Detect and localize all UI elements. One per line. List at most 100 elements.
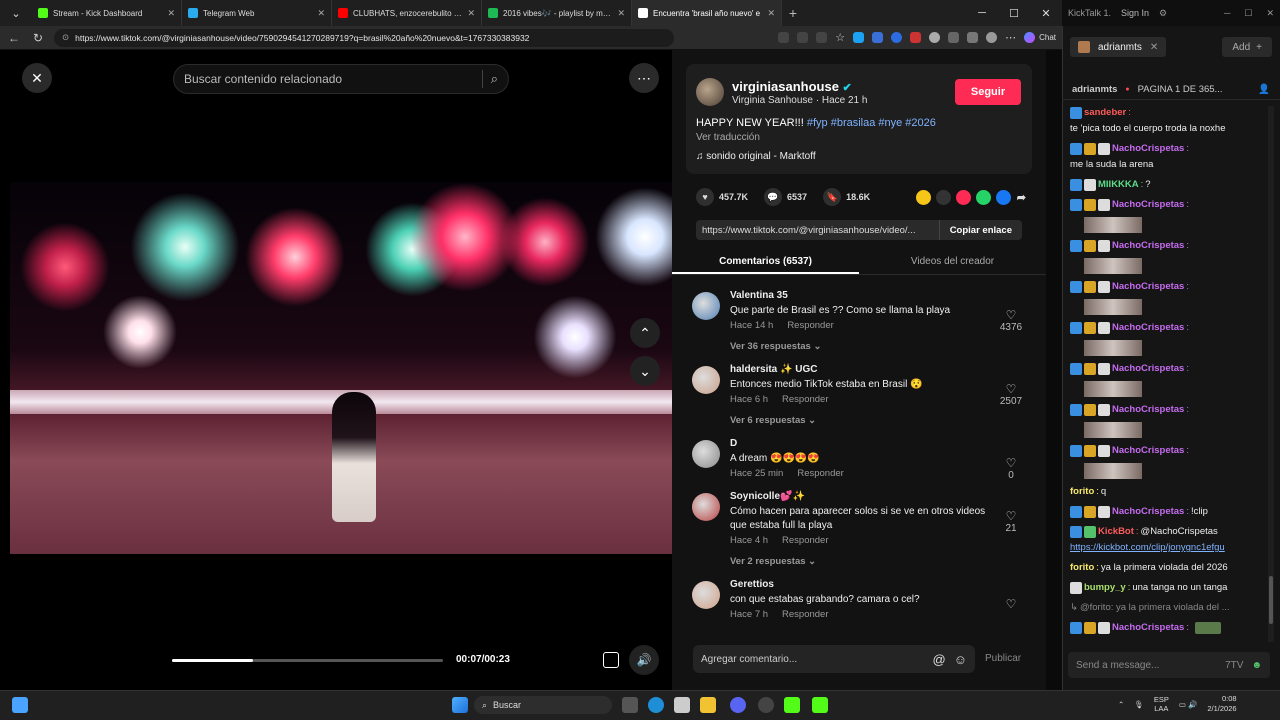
chat-username[interactable]: forito <box>1070 485 1094 499</box>
reload-icon[interactable]: ↻ <box>30 31 46 45</box>
tab-close-icon[interactable]: ✕ <box>167 8 175 19</box>
whatsapp-icon[interactable] <box>975 189 991 205</box>
collections-icon[interactable] <box>967 32 979 43</box>
volume-icon[interactable]: 🔊 <box>629 645 659 675</box>
avatar[interactable] <box>692 493 720 521</box>
view-replies-button[interactable]: Ver 36 respuestas ⌄ <box>730 341 1038 352</box>
chevron-down-icon[interactable]: ⌄ <box>630 356 660 386</box>
extension-icon-4[interactable] <box>910 32 922 43</box>
comment-author[interactable]: Soynicolle💕✨ <box>730 491 1038 502</box>
chat-username[interactable]: NachoCrispetas <box>1112 444 1184 458</box>
close-window-button[interactable]: ✕ <box>1030 0 1062 26</box>
comment-author[interactable]: Gerettios <box>730 579 1038 590</box>
zoom-icon[interactable] <box>816 32 828 43</box>
comment-input[interactable]: Agregar comentario... @ ☺ <box>693 645 975 673</box>
publish-button[interactable]: Publicar <box>985 653 1021 664</box>
channel-tab[interactable]: adrianmts ✕ <box>1070 37 1167 57</box>
reply-button[interactable]: Responder <box>782 535 828 546</box>
comment-author[interactable]: D <box>730 438 1038 449</box>
mention-icon[interactable]: @ <box>933 652 946 667</box>
tab-close-icon[interactable]: ✕ <box>617 8 625 19</box>
chat-username[interactable]: NachoCrispetas <box>1112 198 1184 212</box>
obs-icon[interactable] <box>758 697 774 713</box>
read-aloud-icon[interactable] <box>797 32 809 43</box>
avatar[interactable] <box>692 581 720 609</box>
avatar[interactable] <box>692 366 720 394</box>
avatar[interactable] <box>692 292 720 320</box>
file-explorer-icon[interactable] <box>700 697 716 713</box>
copy-link-button[interactable]: Copiar enlace <box>938 220 1022 240</box>
favorite-star-icon[interactable]: ☆ <box>835 31 845 44</box>
comment-author[interactable]: Valentina 35 <box>730 290 1038 301</box>
chat-username[interactable]: NachoCrispetas <box>1112 362 1184 376</box>
comment-like-button[interactable]: ♡ 4376 <box>996 308 1026 333</box>
video-link-text[interactable]: https://www.tiktok.com/@virginiasanhouse… <box>696 225 939 236</box>
copilot-chat-button[interactable]: Chat <box>1024 32 1056 43</box>
share-arrow-icon[interactable]: ➦ <box>1017 191 1026 204</box>
close-tab-icon[interactable]: ✕ <box>1150 42 1158 53</box>
browser-tab[interactable]: Encuentra 'brasil año nuevo' e ✕ <box>632 0 782 26</box>
split-screen-icon[interactable] <box>778 32 790 43</box>
facebook-icon[interactable] <box>995 189 1011 205</box>
reply-button[interactable]: Responder <box>782 609 828 620</box>
chat-username[interactable]: NachoCrispetas <box>1112 621 1184 635</box>
kicktalk-icon[interactable] <box>812 697 828 713</box>
comment-like-button[interactable]: ♡ 2507 <box>996 382 1026 407</box>
profile-avatar[interactable] <box>986 32 998 43</box>
chat-username[interactable]: bumpy_y <box>1084 581 1126 595</box>
extension-icon-3[interactable] <box>891 32 903 43</box>
comment-like-button[interactable]: ♡ <box>996 597 1026 611</box>
comment-author[interactable]: haldersita ✨ UGC <box>730 364 1038 375</box>
user-icon[interactable]: 👤 <box>1258 84 1270 95</box>
like-button[interactable]: ♥ 457.7K <box>696 188 748 206</box>
store-icon[interactable] <box>674 697 690 713</box>
chat-username[interactable]: MIIKKKA <box>1098 178 1139 192</box>
url-bar[interactable]: ⊙ https://www.tiktok.com/@virginiasanhou… <box>54 28 674 47</box>
chat-username[interactable]: NachoCrispetas <box>1112 280 1184 294</box>
clock[interactable]: 0:08 2/1/2026 <box>1207 694 1236 714</box>
scroll-thumb[interactable] <box>1269 576 1273 624</box>
save-button[interactable]: 🔖 18.6K <box>823 188 870 206</box>
minimize-button[interactable]: ─ <box>1224 8 1230 19</box>
tab-comments[interactable]: Comentarios (6537) <box>672 251 859 274</box>
repost-icon[interactable] <box>915 189 931 205</box>
start-icon[interactable] <box>452 697 468 713</box>
browser-tab[interactable]: 2016 vibes🎶 - playlist by m | Spo ✕ <box>482 0 632 26</box>
floating-player-icon[interactable] <box>603 652 619 668</box>
reply-preview[interactable]: ↳ @forito: ya la primera violada del ... <box>1070 601 1260 615</box>
emoji-icon[interactable]: ☺ <box>954 652 967 667</box>
send-icon[interactable] <box>955 189 971 205</box>
view-replies-button[interactable]: Ver 6 respuestas ⌄ <box>730 415 1038 426</box>
close-icon[interactable]: ✕ <box>22 63 52 93</box>
browser-tab[interactable]: CLUBHATS, enzocerebulito & CLÚS ✕ <box>332 0 482 26</box>
more-menu-icon[interactable]: ⋯ <box>1005 31 1016 44</box>
browser-tab[interactable]: Stream - Kick Dashboard ✕ <box>32 0 182 26</box>
extension-icon-1[interactable] <box>853 32 865 43</box>
browser-tab[interactable]: Telegram Web ✕ <box>182 0 332 26</box>
chat-username[interactable]: sandeber <box>1084 106 1126 120</box>
progress-bar[interactable] <box>172 659 443 662</box>
comment-button[interactable]: 💬 6537 <box>764 188 807 206</box>
back-arrow-icon[interactable]: ← <box>6 31 22 45</box>
maximize-button[interactable]: ☐ <box>998 0 1030 26</box>
video-frame[interactable] <box>10 182 672 554</box>
site-info-icon[interactable]: ⊙ <box>62 32 69 43</box>
reply-button[interactable]: Responder <box>797 468 843 479</box>
chat-username[interactable]: NachoCrispetas <box>1112 321 1184 335</box>
chat-username[interactable]: forito <box>1070 561 1094 575</box>
minimize-button[interactable]: ─ <box>966 0 998 26</box>
extension-icon-2[interactable] <box>872 32 884 43</box>
comment-like-button[interactable]: ♡ 0 <box>996 456 1026 481</box>
chat-message-input[interactable]: Send a message... 7TV ☻ <box>1068 652 1270 678</box>
tab-close-icon[interactable]: ✕ <box>767 8 775 19</box>
chat-username[interactable]: NachoCrispetas <box>1112 505 1184 519</box>
add-channel-button[interactable]: Add + <box>1222 37 1272 57</box>
tab-creator-videos[interactable]: Videos del creador <box>859 251 1046 274</box>
chat-scrollbar[interactable] <box>1268 106 1274 642</box>
chat-username[interactable]: NachoCrispetas <box>1112 403 1184 417</box>
author-username[interactable]: virginiasanhouse ✔ <box>732 79 852 94</box>
related-search-input[interactable]: Buscar contenido relacionado ⌕ <box>173 64 509 94</box>
network-volume-icons[interactable]: ▭ 🔊 <box>1179 700 1198 709</box>
chevron-up-icon[interactable]: ⌃ <box>630 318 660 348</box>
close-window-button[interactable]: ✕ <box>1266 8 1274 19</box>
